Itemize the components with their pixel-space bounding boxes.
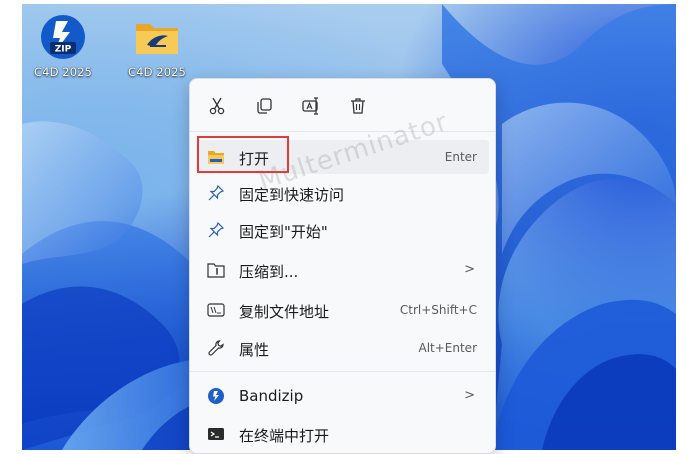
zip-badge: ZIP: [55, 45, 72, 55]
submenu-arrow: >: [464, 262, 475, 277]
desktop-icon-zip[interactable]: ZIP C4D 2025: [22, 12, 104, 79]
rename-icon: [302, 97, 318, 115]
menu-item-shortcut: Enter: [444, 150, 477, 164]
wrench-icon: [206, 338, 226, 358]
submenu-arrow: >: [464, 388, 475, 403]
terminal-icon: [206, 424, 226, 444]
zip-archive-icon: ZIP: [38, 12, 88, 62]
menu-item-properties[interactable]: 属性 Alt+Enter: [196, 331, 489, 365]
menu-item-label: 属性: [239, 341, 270, 359]
menu-item-pin-quick-access[interactable]: 固定到快速访问: [196, 176, 489, 210]
menu-item-copy-path[interactable]: 复制文件地址 Ctrl+Shift+C: [196, 293, 489, 327]
trash-icon: [351, 98, 365, 114]
desktop-icon-label: C4D 2025: [34, 65, 92, 79]
menu-item-pin-start[interactable]: 固定到"开始": [196, 213, 489, 247]
bandizip-icon: [206, 386, 226, 406]
delete-button[interactable]: [345, 93, 371, 119]
pin-icon: [206, 220, 226, 240]
menu-item-label: 固定到"开始": [239, 223, 328, 241]
path-copy-icon: [206, 300, 226, 320]
context-menu-toolbar: [190, 79, 495, 131]
desktop-icon-folder[interactable]: C4D 2025: [116, 12, 198, 79]
menu-item-compress-to[interactable]: 压缩到... >: [196, 253, 489, 287]
menu-item-label: Bandizip: [239, 387, 304, 405]
copy-icon: [257, 98, 272, 114]
menu-item-open-in-terminal[interactable]: 在终端中打开: [196, 417, 489, 451]
rename-button[interactable]: [298, 93, 324, 119]
menu-item-label: 在终端中打开: [239, 427, 330, 445]
copy-button[interactable]: [251, 93, 277, 119]
scissors-icon: [209, 97, 225, 115]
menu-item-shortcut: Alt+Enter: [418, 341, 477, 355]
cut-button[interactable]: [205, 93, 231, 119]
menu-item-shortcut: Ctrl+Shift+C: [399, 303, 477, 317]
pin-icon: [206, 183, 226, 203]
menu-item-label: 复制文件地址: [239, 303, 330, 321]
desktop-icon-label: C4D 2025: [128, 65, 186, 79]
menu-item-bandizip[interactable]: Bandizip >: [196, 379, 489, 413]
menu-item-label: 压缩到...: [239, 263, 299, 281]
folder-icon: [132, 12, 182, 62]
menu-separator: [190, 371, 495, 372]
archive-icon: [206, 260, 226, 280]
